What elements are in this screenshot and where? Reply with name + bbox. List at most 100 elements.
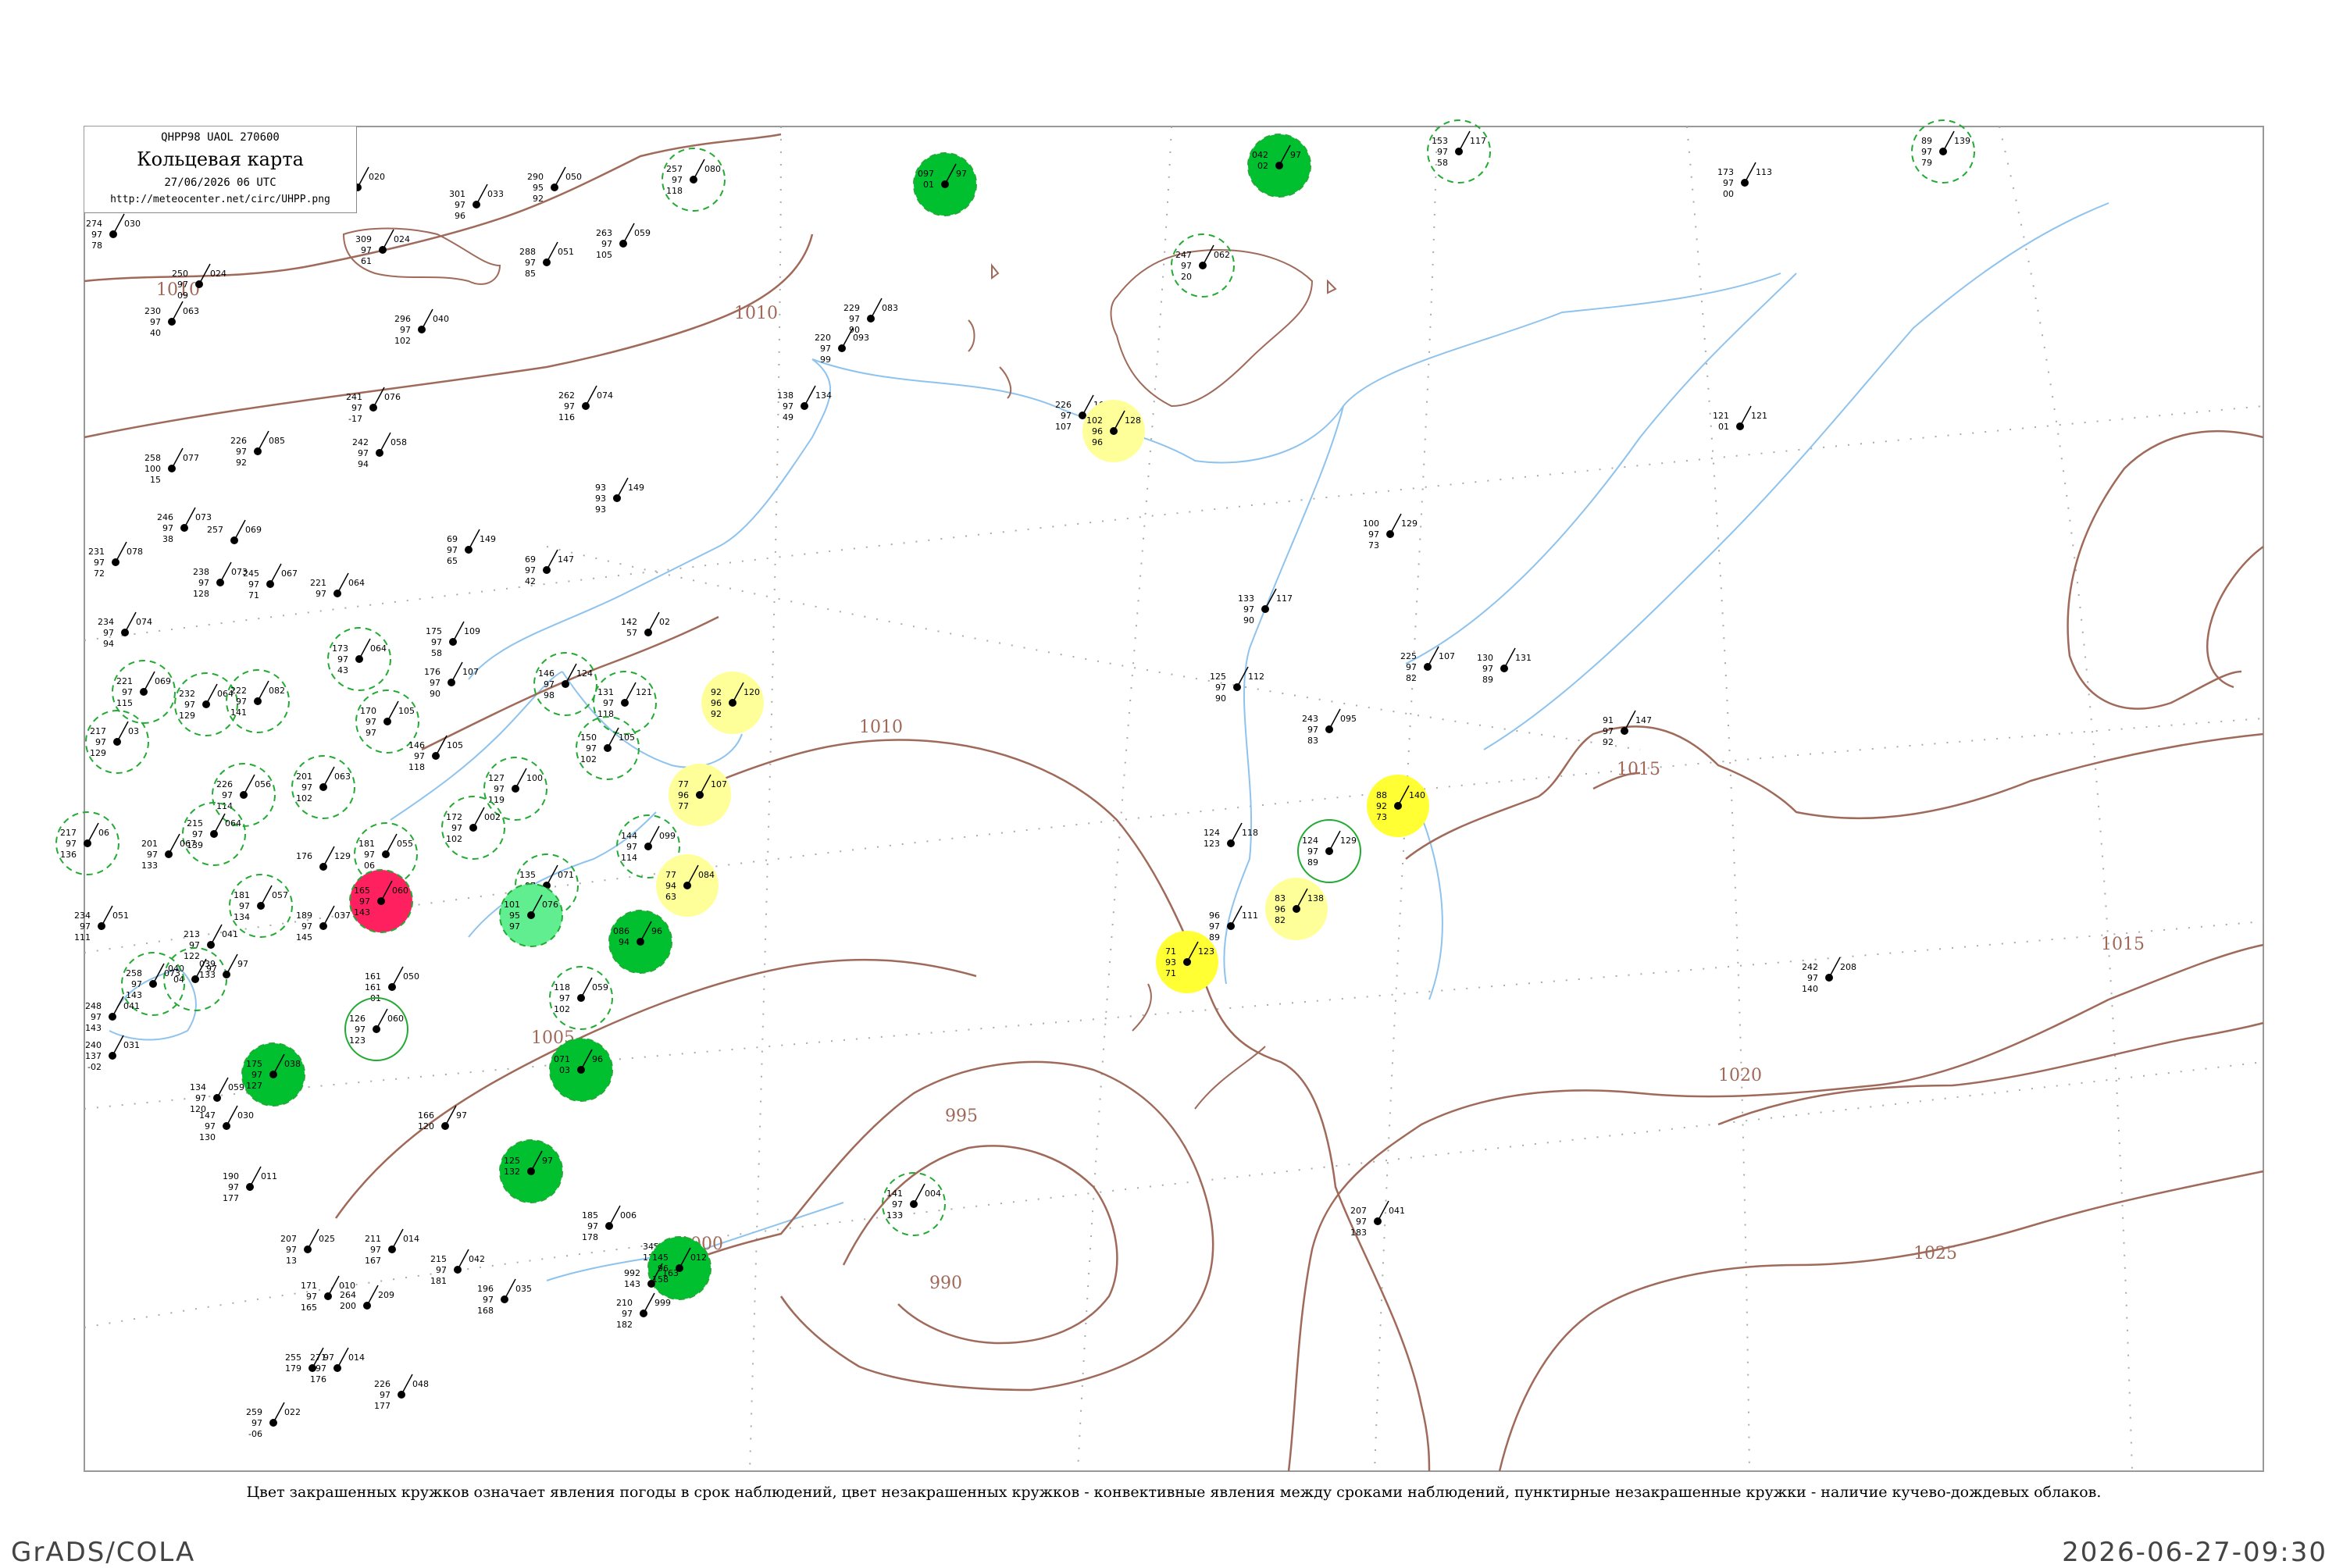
station-value: 165 — [301, 1303, 317, 1313]
station-value: 97 — [91, 1012, 102, 1022]
wind-barb-icon — [1377, 1200, 1389, 1222]
station-value: 01 — [1718, 422, 1729, 432]
wind-barb-icon — [168, 833, 180, 855]
station-value: 82 — [1275, 915, 1286, 925]
station-value: 234 — [98, 617, 114, 627]
station-value: 147 — [1635, 715, 1652, 725]
station-value: 91 — [1603, 715, 1614, 725]
wind-barb-icon — [580, 977, 593, 999]
wind-barb-icon — [387, 700, 399, 722]
wind-barb-icon — [184, 507, 196, 529]
station-value: 115 — [116, 698, 133, 708]
wind-barb-icon — [337, 572, 349, 594]
station-value: 022 — [284, 1407, 301, 1417]
station-plain: 039 97 133 — [199, 953, 248, 980]
station-value: 97 — [430, 678, 440, 688]
station-value: 064 — [348, 578, 365, 588]
station-value: 093 — [853, 333, 869, 343]
station-plain: 241 076 97-17 — [346, 387, 401, 424]
wind-barb-icon — [1202, 244, 1214, 266]
wind-barb-icon — [358, 638, 371, 660]
station-value: 225 — [1400, 651, 1417, 661]
station-value: 133 — [1238, 593, 1254, 604]
wind-barb-icon — [693, 159, 705, 180]
station-value: 288 — [519, 247, 536, 257]
station-value: 063 — [334, 772, 351, 782]
station-value: 229 — [843, 303, 860, 313]
station-plain: 69 149 9765 — [447, 529, 496, 566]
station-value: 020 — [369, 172, 385, 182]
station-value: 215 — [430, 1254, 447, 1264]
station-value: 058 — [390, 437, 407, 447]
station-value: 97 — [355, 1025, 366, 1035]
station-value: 97 — [1368, 529, 1379, 540]
station-value: 97 — [228, 1182, 239, 1192]
station-value: 992 — [624, 1268, 640, 1278]
station-value: 217 — [90, 726, 106, 736]
station-value: 210 — [616, 1298, 633, 1308]
station-value: 97 — [251, 1418, 262, 1428]
station-value: 94 — [358, 459, 369, 469]
station-plain: 176 129 — [296, 846, 351, 871]
station-value: 83 — [1307, 736, 1318, 746]
station-value: 97 — [1307, 725, 1318, 735]
wind-barb-icon — [112, 996, 124, 1017]
wind-barb-icon — [1942, 130, 1955, 152]
wind-barb-icon — [554, 166, 566, 188]
station-fill-green: 175 038 97127 — [241, 1042, 305, 1107]
station-value: 97 — [364, 850, 375, 860]
station-value: 129 — [90, 748, 106, 758]
wind-barb-icon — [515, 768, 527, 789]
station-value: 166 — [418, 1110, 434, 1121]
station-value: 132 — [504, 1167, 520, 1177]
station-plain: 288 051 9785 — [519, 241, 574, 279]
station-value: 201 — [141, 839, 158, 849]
station-value: 170 — [360, 706, 376, 716]
station-value: 97 — [184, 700, 195, 710]
isobars — [84, 133, 2264, 1472]
station-value: 92 — [236, 458, 247, 468]
map-date: 27/06/2026 06 UTC — [164, 176, 276, 189]
station-value: 97 — [351, 403, 362, 413]
station-value: 97 — [301, 921, 312, 932]
station-value: 111 — [1242, 911, 1258, 921]
wind-barb-icon — [504, 1278, 516, 1300]
station-value: 107 — [462, 667, 479, 677]
station-value: 97 — [1290, 150, 1301, 160]
station-value: 226 — [374, 1379, 390, 1389]
station-value: 176 — [296, 851, 312, 861]
station-value: 250 — [172, 269, 188, 279]
station-value: 49 — [783, 412, 793, 422]
station-value: 102 — [580, 754, 597, 764]
render-timestamp: 2026-06-27-09:30 — [2062, 1537, 2327, 1568]
station-value: 177 — [374, 1401, 390, 1411]
station-value: 97 — [306, 1292, 317, 1302]
station-value: 94 — [619, 937, 629, 947]
source-url[interactable]: http://meteocenter.net/circ/UHPP.png — [84, 194, 356, 205]
station-plain: 96 111 9789 — [1209, 905, 1258, 943]
station-value: 138 — [777, 390, 793, 401]
station-value: 078 — [127, 547, 143, 557]
station-value: 97 — [525, 258, 536, 268]
station-value: 042 — [469, 1254, 485, 1264]
wind-barb-icon — [391, 1228, 404, 1250]
station-value: 92 — [711, 687, 722, 697]
station-value: 97 — [1215, 682, 1226, 693]
grads-credit: GrADS/COLA — [11, 1537, 196, 1568]
station-value: 97 — [447, 545, 458, 555]
station-value: 083 — [882, 303, 898, 313]
station-value: 127 — [246, 1081, 262, 1091]
wind-barb-icon — [357, 166, 369, 188]
station-value: 076 — [542, 900, 558, 910]
station-value: 96 — [651, 926, 662, 936]
station-value: 134 — [815, 390, 832, 401]
station-value: 111 — [74, 932, 91, 943]
station-value: 167 — [365, 1256, 381, 1266]
station-value: 059 — [634, 228, 651, 238]
station-value: 101 — [504, 900, 520, 910]
station-value: 221 — [116, 676, 133, 686]
station-fill-green: 071 96 03 — [549, 1038, 613, 1102]
station-value: 190 — [223, 1171, 239, 1181]
station-value: 129 — [334, 851, 351, 861]
station-value: 124 — [1204, 828, 1220, 838]
